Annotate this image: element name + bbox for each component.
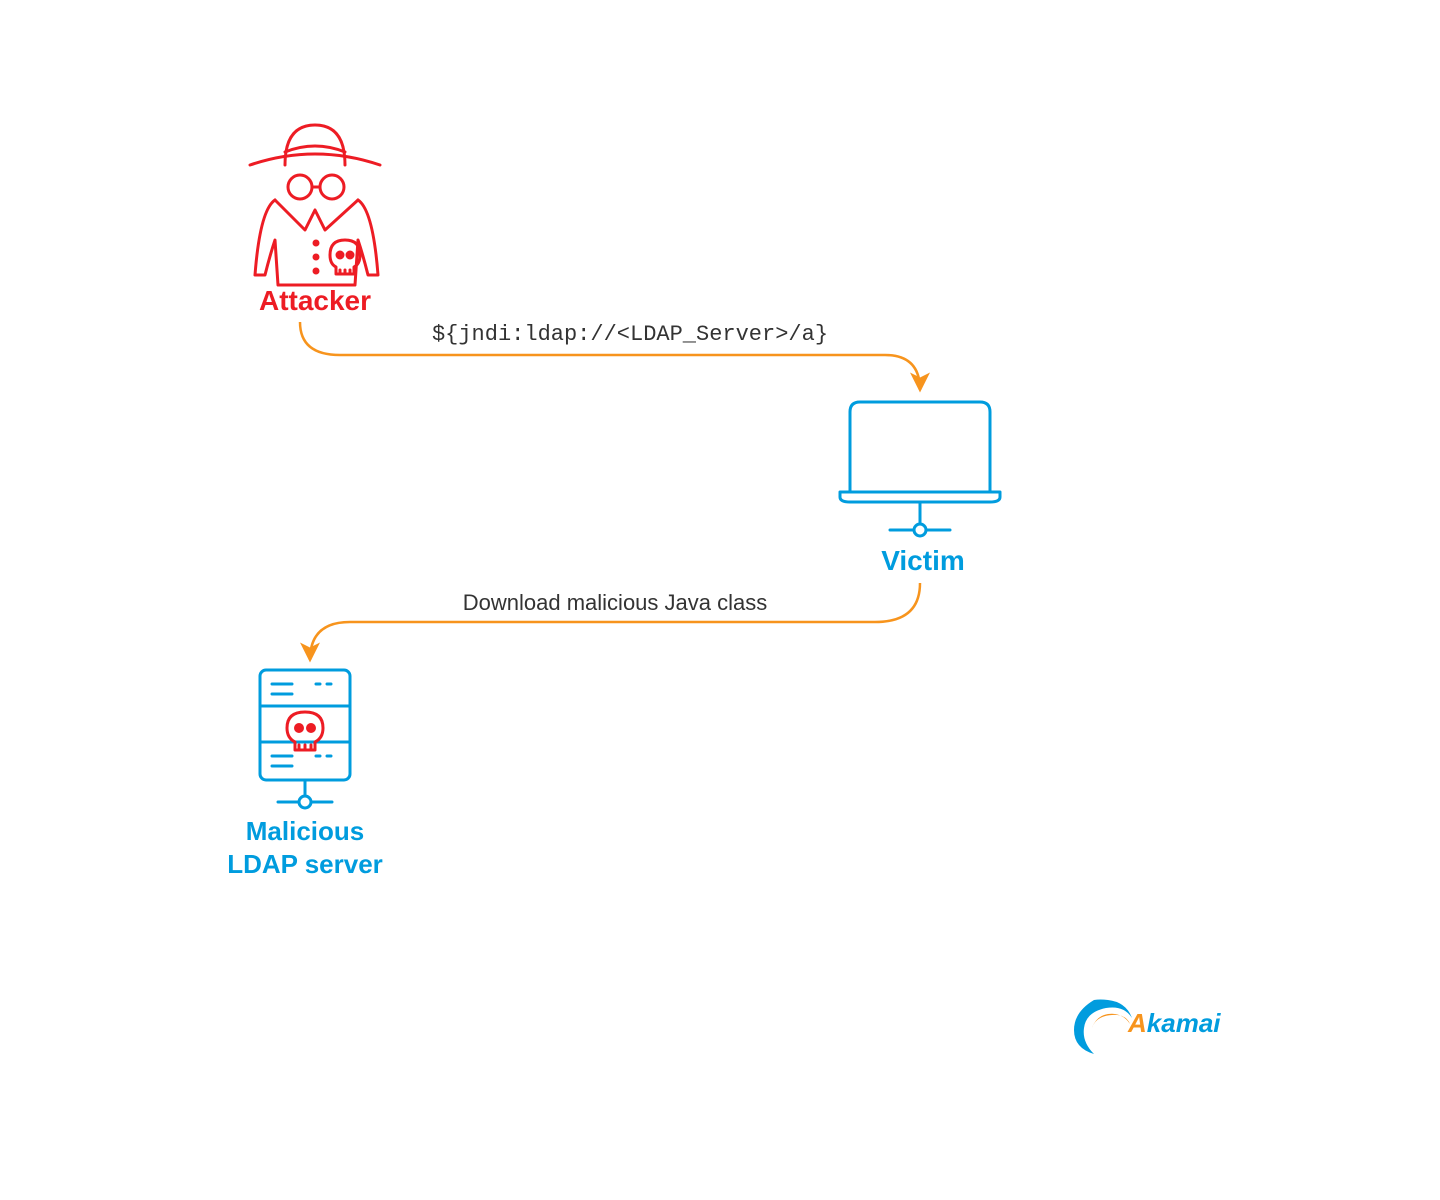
akamai-wordmark: Akamai: [1128, 1008, 1221, 1039]
akamai-logo: [0, 0, 1440, 1200]
diagram-stage: Attacker Victim: [0, 0, 1440, 1200]
